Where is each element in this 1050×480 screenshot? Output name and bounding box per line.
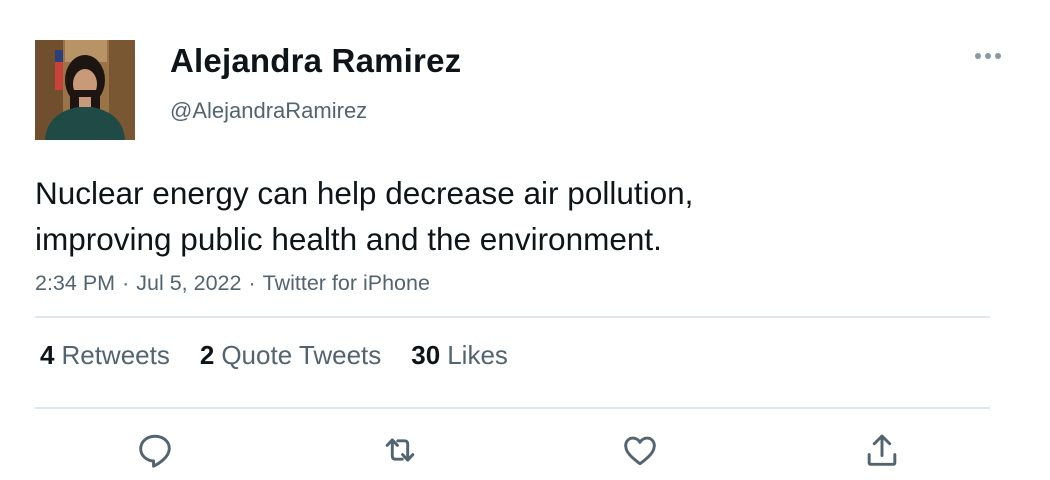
more-dots-icon [975,53,1001,59]
retweet-button[interactable] [378,428,422,472]
like-icon [624,436,656,466]
avatar[interactable] [35,40,135,140]
tweet-text: Nuclear energy can help decrease air pol… [35,170,995,262]
tweet-text-line: Nuclear energy can help decrease air pol… [35,175,694,211]
retweet-icon [385,438,415,462]
author-handle[interactable]: @AlejandraRamirez [170,98,367,124]
like-button[interactable] [618,428,662,472]
share-icon [867,434,897,466]
likes-stat[interactable]: 30 Likes [411,340,508,371]
author-name[interactable]: Alejandra Ramirez [170,42,461,80]
meta-separator: · [122,271,130,295]
tweet-source[interactable]: Twitter for iPhone [263,271,430,295]
more-options-button[interactable] [970,44,1006,68]
share-button[interactable] [860,428,904,472]
quote-tweets-label: Quote Tweets [221,340,382,370]
retweets-count: 4 [40,340,55,370]
retweets-label: Retweets [61,340,170,370]
reply-icon [139,434,171,468]
divider [35,407,990,409]
quote-tweets-stat[interactable]: 2 Quote Tweets [200,340,381,371]
avatar-photo [35,40,135,140]
tweet-stats: 4 Retweets 2 Quote Tweets 30 Likes [40,340,508,371]
reply-button[interactable] [133,428,177,472]
tweet-text-line: improving public health and the environm… [35,221,662,257]
divider [35,316,990,318]
likes-count: 30 [411,340,441,370]
retweets-stat[interactable]: 4 Retweets [40,340,170,371]
tweet-meta: 2:34 PM · Jul 5, 2022 · Twitter for iPhone [35,271,430,296]
tweet-date[interactable]: Jul 5, 2022 [136,271,241,295]
likes-label: Likes [447,340,508,370]
meta-separator: · [248,271,256,295]
tweet-time[interactable]: 2:34 PM [35,271,115,295]
quote-tweets-count: 2 [199,340,215,370]
